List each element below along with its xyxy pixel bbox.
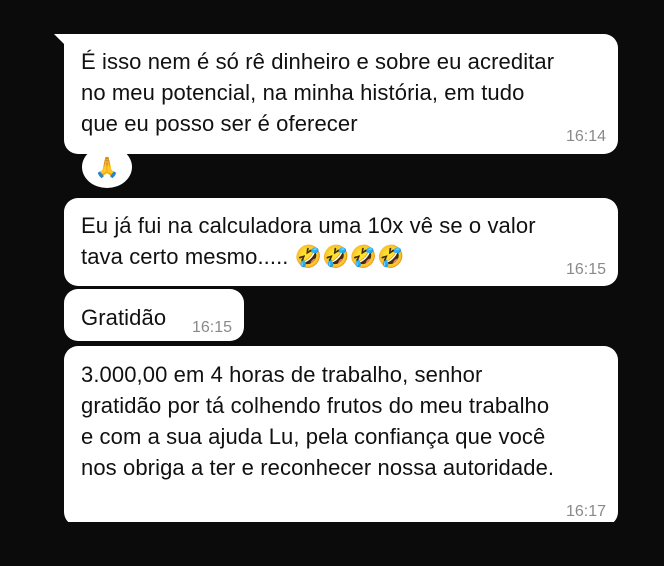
message-time: 16:15 bbox=[565, 261, 606, 278]
message-reaction[interactable]: 🙏 bbox=[82, 146, 132, 188]
message-text: Eu já fui na calculadora uma 10x vê se o… bbox=[81, 213, 536, 269]
message-time: 16:17 bbox=[565, 503, 606, 520]
chat-conversation: É isso nem é só rê dinheiro e sobre eu a… bbox=[0, 0, 664, 566]
message-time: 16:14 bbox=[565, 128, 606, 145]
message-bubble[interactable]: 3.000,00 em 4 horas de trabalho, senhor … bbox=[64, 346, 618, 526]
message-bubble[interactable]: Eu já fui na calculadora uma 10x vê se o… bbox=[64, 198, 618, 286]
message-time: 16:15 bbox=[191, 319, 232, 336]
bottom-edge bbox=[0, 522, 664, 566]
message-bubble[interactable]: Gratidão 16:15 bbox=[64, 289, 244, 341]
pray-emoji-icon: 🙏 bbox=[94, 155, 120, 179]
message-text: Gratidão bbox=[81, 305, 167, 330]
message-text: É isso nem é só rê dinheiro e sobre eu a… bbox=[81, 49, 555, 136]
message-text: 3.000,00 em 4 horas de trabalho, senhor … bbox=[81, 362, 555, 480]
message-bubble[interactable]: É isso nem é só rê dinheiro e sobre eu a… bbox=[64, 34, 618, 154]
